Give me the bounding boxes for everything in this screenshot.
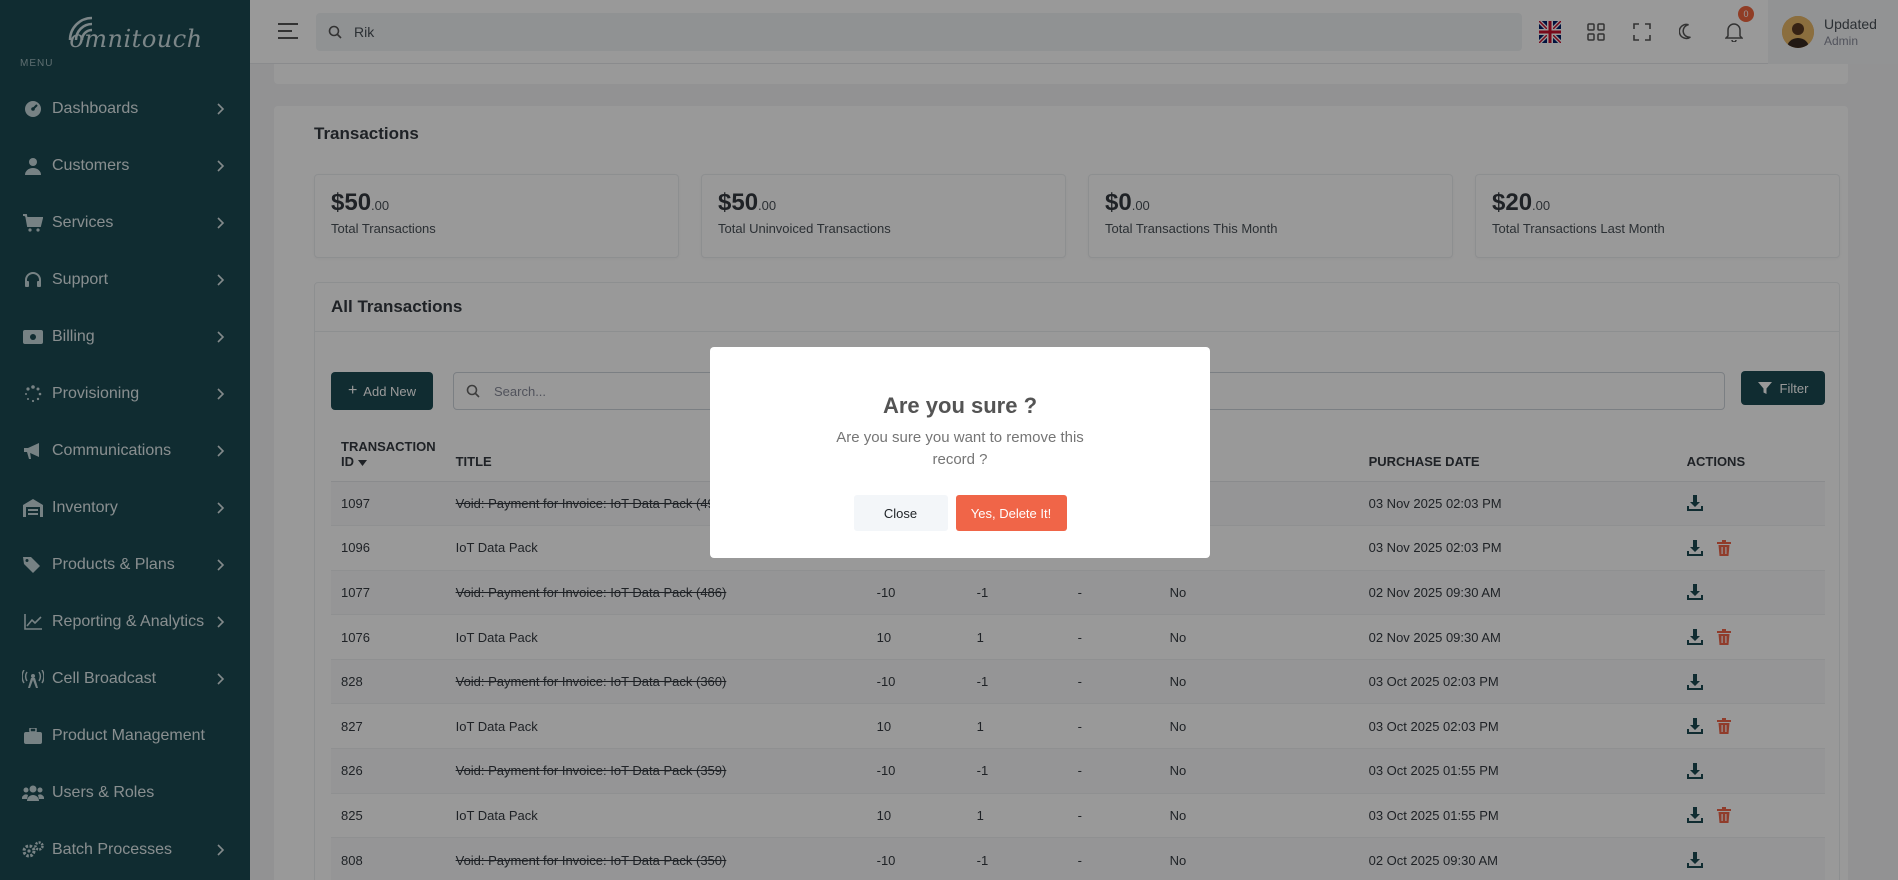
confirm-delete-dialog: Are you sure ? Are you sure you want to … (710, 347, 1210, 558)
confirm-delete-button[interactable]: Yes, Delete It! (955, 495, 1067, 531)
dialog-title: Are you sure ? (882, 393, 1038, 418)
dialog-message: Are you sure you want to remove this rec… (836, 429, 1084, 468)
close-button[interactable]: Close (853, 495, 948, 531)
dialog-actions: Close Yes, Delete It! (710, 495, 1210, 531)
